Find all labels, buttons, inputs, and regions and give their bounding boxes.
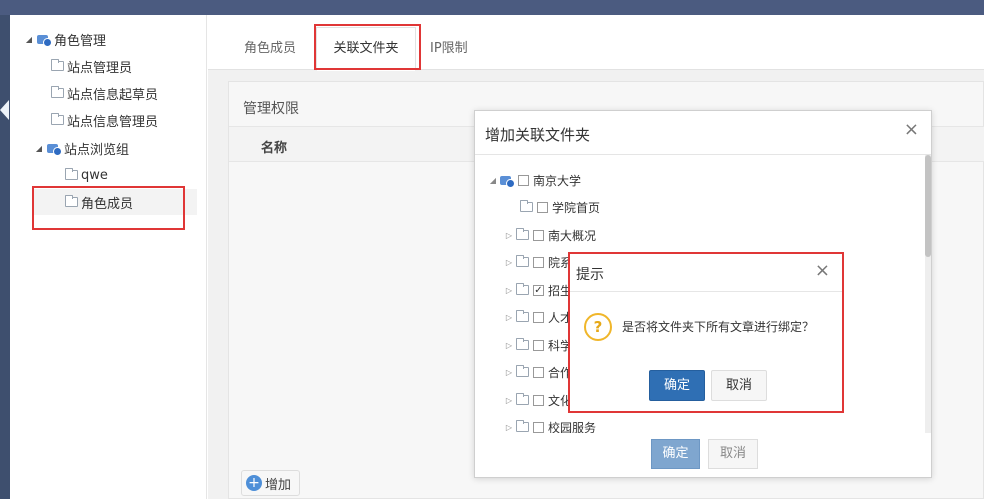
tree-node-site-drafter[interactable]: 站点信息起草员 xyxy=(48,80,158,106)
tree-node-site-viewer-group[interactable]: ◢ 站点浏览组 xyxy=(34,135,129,161)
folder-node-nju[interactable]: ◢ 南京大学 xyxy=(489,170,581,190)
checkbox[interactable] xyxy=(533,256,544,268)
folder-icon xyxy=(516,338,529,350)
column-name: 名称 xyxy=(261,141,288,156)
folder-node-science[interactable]: ▷ 科学 xyxy=(505,335,572,355)
folder-icon xyxy=(516,283,529,295)
folder-icon xyxy=(516,420,529,432)
folder-node-culture[interactable]: ▷ 文化 xyxy=(505,390,572,410)
top-bar xyxy=(0,0,984,15)
add-label: 增加 xyxy=(265,477,292,493)
expand-toggle-icon[interactable]: ▷ xyxy=(505,396,513,405)
users-icon xyxy=(47,143,62,156)
close-icon[interactable]: × xyxy=(904,121,919,139)
dialog-scrollbar[interactable] xyxy=(925,155,931,433)
tree-node-role-members[interactable]: 角色成员 xyxy=(32,189,197,215)
confirm-message: 是否将文件夹下所有文章进行绑定？ xyxy=(622,320,815,334)
role-tree: ◢ 角色管理 站点管理员 站点信息起草员 站点信息管理员 ◢ 站点浏览组 qwe… xyxy=(10,15,207,499)
expand-toggle-icon[interactable]: ◢ xyxy=(24,35,34,44)
checkbox[interactable] xyxy=(533,394,544,406)
folder-icon xyxy=(65,168,78,180)
question-icon: ? xyxy=(584,313,612,341)
panel-title: 管理权限 xyxy=(243,101,299,117)
folder-icon xyxy=(51,113,64,125)
folder-icon xyxy=(65,195,78,207)
folder-node-campus-services[interactable]: ▷ 校园服务 xyxy=(505,417,596,433)
folder-icon xyxy=(516,365,529,377)
checkbox[interactable] xyxy=(533,229,544,241)
expand-toggle-icon[interactable]: ▷ xyxy=(505,341,513,350)
tab-ip-restriction[interactable]: IP限制 xyxy=(430,37,468,56)
scrollbar-thumb[interactable] xyxy=(925,155,931,257)
folder-node-college-home[interactable]: 学院首页 xyxy=(517,197,600,217)
checkbox[interactable] xyxy=(518,174,529,186)
folder-node-cooperation[interactable]: ▷ 合作 xyxy=(505,362,572,382)
site-icon xyxy=(500,175,515,188)
collapse-arrow-icon[interactable] xyxy=(0,100,9,120)
tree-node-site-info-manager[interactable]: 站点信息管理员 xyxy=(48,107,158,133)
expand-toggle-icon[interactable]: ▷ xyxy=(505,423,513,432)
tree-node-site-admin[interactable]: 站点管理员 xyxy=(48,53,132,79)
checkbox-checked[interactable]: ✓ xyxy=(533,284,544,296)
checkbox[interactable] xyxy=(533,366,544,378)
tree-node-qwe[interactable]: qwe xyxy=(62,162,108,188)
folder-node-departments[interactable]: ▷ 院系 xyxy=(505,252,572,272)
folder-node-talent[interactable]: ▷ 人才 xyxy=(505,307,572,327)
expand-toggle-icon[interactable]: ◢ xyxy=(34,144,44,153)
folder-icon xyxy=(516,310,529,322)
confirm-title: 提示 xyxy=(576,267,604,283)
confirm-dialog: 提示 × ? 是否将文件夹下所有文章进行绑定？ 确定 取消 xyxy=(568,252,844,413)
dialog-cancel-button[interactable]: 取消 xyxy=(708,439,758,469)
dialog-title: 增加关联文件夹 xyxy=(485,126,591,144)
folder-icon xyxy=(516,228,529,240)
expand-toggle-icon[interactable]: ▷ xyxy=(505,313,513,322)
expand-toggle-icon[interactable]: ▷ xyxy=(505,286,513,295)
tab-role-members[interactable]: 角色成员 xyxy=(244,37,296,56)
dialog-divider xyxy=(475,154,931,155)
confirm-ok-button[interactable]: 确定 xyxy=(649,370,705,401)
plus-icon: + xyxy=(246,475,262,491)
confirm-cancel-button[interactable]: 取消 xyxy=(711,370,767,401)
checkbox[interactable] xyxy=(533,311,544,323)
users-icon xyxy=(37,34,52,47)
dialog-ok-button[interactable]: 确定 xyxy=(651,439,700,469)
expand-toggle-icon[interactable]: ◢ xyxy=(489,176,497,185)
folder-node-admissions[interactable]: ▷ ✓ 招生 xyxy=(505,280,572,300)
expand-toggle-icon[interactable]: ▷ xyxy=(505,258,513,267)
collapse-strip[interactable] xyxy=(0,15,10,499)
folder-icon xyxy=(516,393,529,405)
folder-icon xyxy=(516,255,529,267)
tab-linked-folders[interactable]: 关联文件夹 xyxy=(316,27,416,71)
folder-node-nju-overview[interactable]: ▷ 南大概况 xyxy=(505,225,596,245)
checkbox[interactable] xyxy=(533,339,544,351)
tree-node-role-management[interactable]: ◢ 角色管理 xyxy=(24,26,106,52)
add-button[interactable]: + 增加 xyxy=(241,470,301,496)
checkbox[interactable] xyxy=(533,421,544,433)
folder-icon xyxy=(51,86,64,98)
folder-icon xyxy=(520,200,533,212)
expand-toggle-icon[interactable]: ▷ xyxy=(505,231,513,240)
folder-icon xyxy=(51,59,64,71)
close-icon[interactable]: × xyxy=(815,262,830,280)
expand-toggle-icon[interactable]: ▷ xyxy=(505,368,513,377)
tab-bar: 角色成员 关联文件夹 IP限制 xyxy=(208,15,984,71)
checkbox[interactable] xyxy=(537,201,548,213)
confirm-header: 提示 × xyxy=(570,254,842,292)
